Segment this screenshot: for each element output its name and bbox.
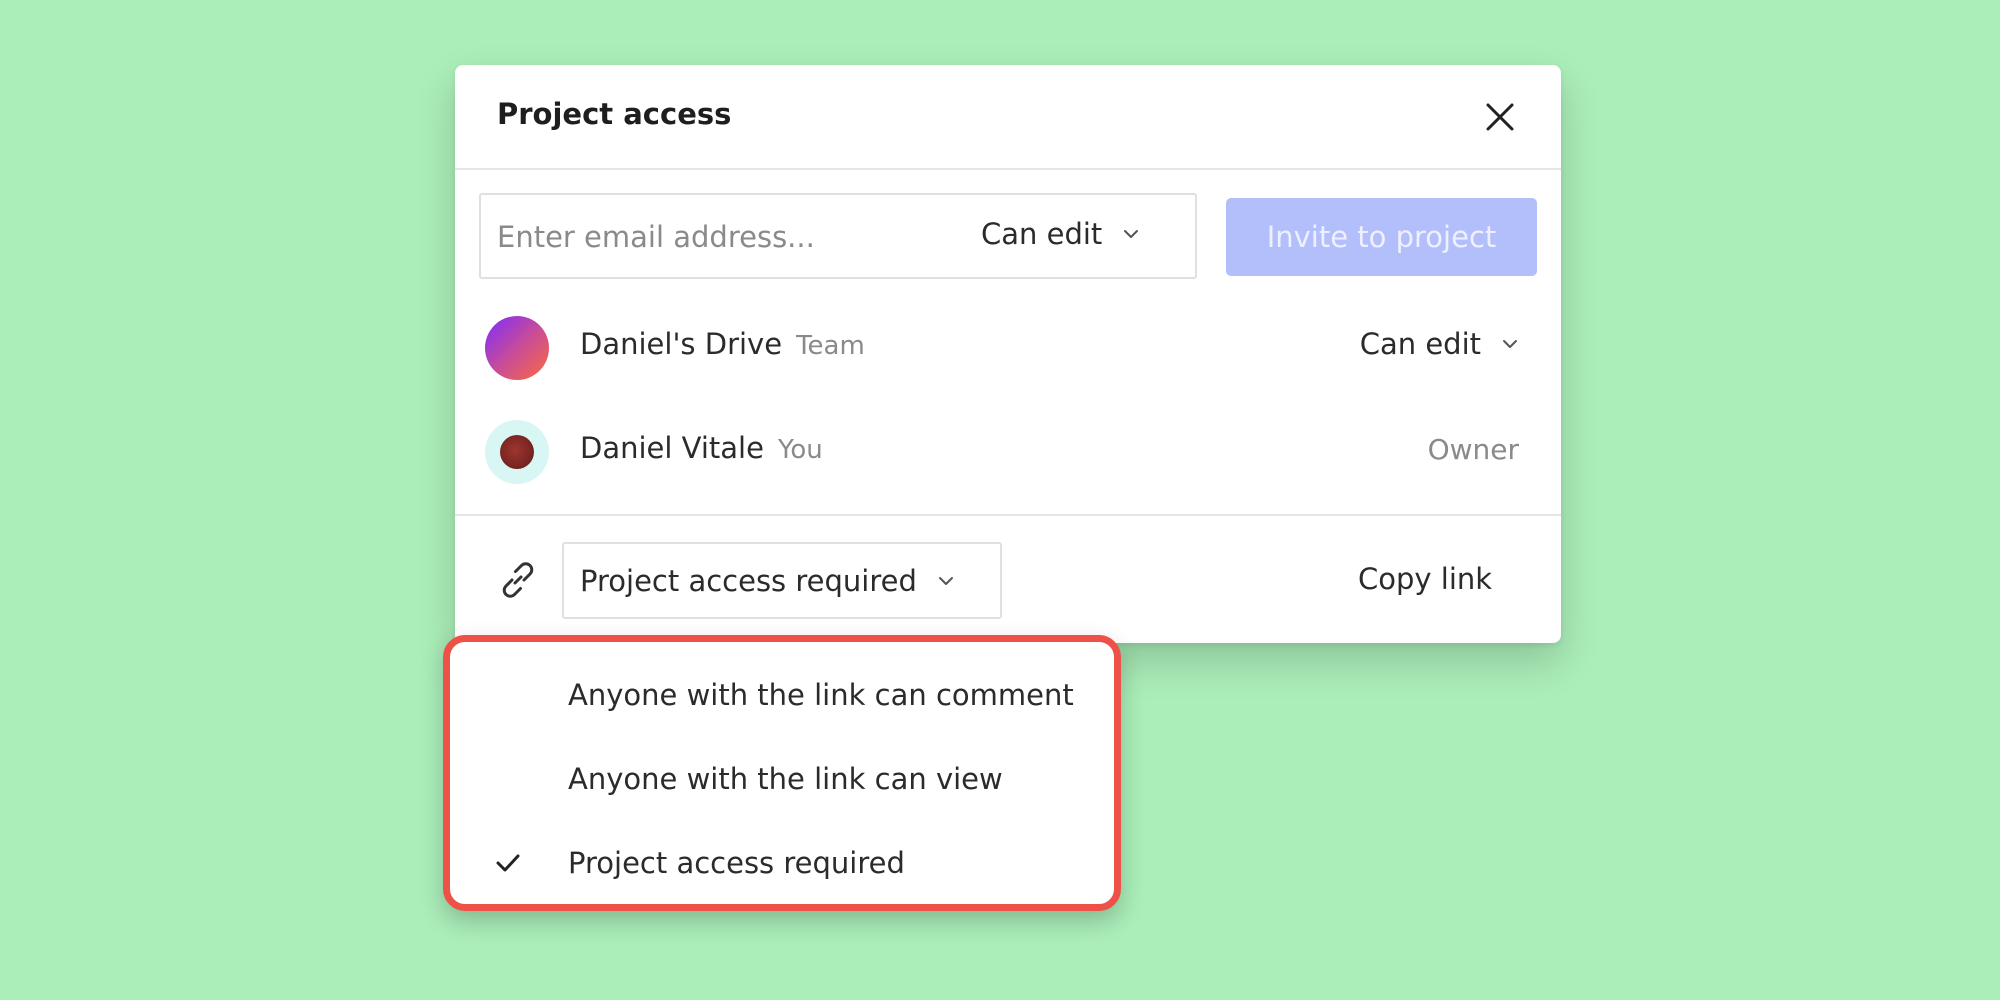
project-access-modal: Project access Can edit Invite to projec…: [455, 65, 1561, 643]
modal-title: Project access: [497, 97, 732, 131]
member-row-user: Daniel Vitale You Owner: [455, 412, 1561, 492]
link-access-label: Project access required: [580, 563, 917, 598]
member-row-team: Daniel's Drive Team Can edit: [455, 308, 1561, 388]
close-button[interactable]: [1480, 97, 1520, 137]
invite-permission-label: Can edit: [981, 217, 1103, 251]
member-tag: You: [777, 435, 823, 465]
member-tag: Team: [796, 331, 865, 361]
close-icon: [1486, 103, 1514, 131]
link-icon: [502, 562, 534, 598]
team-avatar: [485, 316, 549, 380]
link-access-select[interactable]: Project access required: [562, 542, 1002, 619]
option-label: Anyone with the link can view: [568, 762, 1003, 796]
member-role-label: Owner: [1427, 433, 1519, 466]
chevron-down-icon: [1124, 230, 1139, 238]
user-avatar-photo: [500, 435, 534, 469]
check-icon: [496, 854, 520, 872]
chevron-down-icon: [938, 576, 953, 585]
modal-header: Project access: [455, 65, 1561, 170]
invite-permission-select[interactable]: Can edit: [981, 217, 1140, 251]
section-divider: [455, 514, 1561, 516]
user-avatar: [485, 420, 549, 484]
chevron-down-icon: [1503, 340, 1517, 348]
option-project-access-required[interactable]: Project access required: [450, 828, 1114, 898]
option-link-can-comment[interactable]: Anyone with the link can comment: [450, 660, 1114, 730]
invite-to-project-button[interactable]: Invite to project: [1226, 198, 1537, 276]
email-input[interactable]: [495, 211, 939, 263]
member-permission-select[interactable]: Can edit: [1360, 327, 1519, 361]
copy-link-button[interactable]: Copy link: [1358, 562, 1492, 596]
option-label: Project access required: [568, 846, 905, 880]
link-access-dropdown: Anyone with the link can comment Anyone …: [443, 635, 1121, 911]
invite-field-group: Can edit: [479, 193, 1197, 279]
member-permission-label: Can edit: [1359, 327, 1481, 361]
member-name: Daniel's Drive: [580, 327, 783, 361]
member-name: Daniel Vitale: [580, 431, 764, 465]
option-label: Anyone with the link can comment: [568, 678, 1074, 712]
option-link-can-view[interactable]: Anyone with the link can view: [450, 744, 1114, 814]
